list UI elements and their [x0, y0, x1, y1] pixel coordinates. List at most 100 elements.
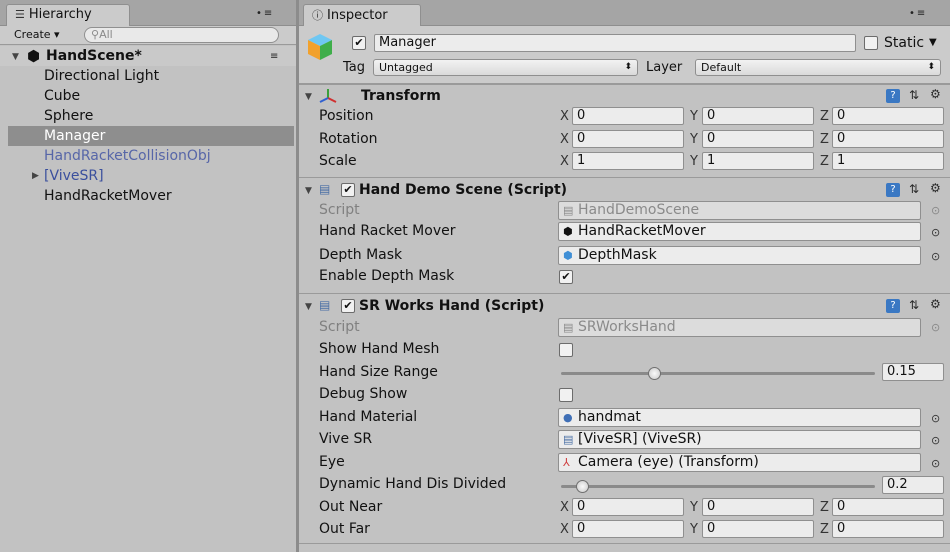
scale-x-field[interactable]: 1: [572, 152, 684, 170]
static-dropdown-icon[interactable]: ▼: [929, 37, 937, 48]
help-icon[interactable]: ?: [886, 89, 900, 103]
depth-mask-field[interactable]: ⬢ DepthMask: [558, 246, 921, 265]
script-label: Script: [319, 319, 360, 335]
hierarchy-tab-label: Hierarchy: [28, 7, 92, 22]
transform-fold-icon[interactable]: ▼: [305, 92, 312, 102]
y-axis-label: Y: [690, 109, 698, 124]
out-near-y-field[interactable]: 0: [702, 498, 814, 516]
hand-material-label: Hand Material: [319, 409, 418, 425]
gear-icon[interactable]: ⚙: [930, 297, 941, 311]
out-far-x-field[interactable]: 0: [572, 520, 684, 538]
srworks-hand-enabled-checkbox[interactable]: ✔: [341, 299, 355, 313]
hand-demo-enabled-checkbox[interactable]: ✔: [341, 183, 355, 197]
script-file-icon: ▤: [563, 321, 574, 334]
show-hand-mesh-checkbox[interactable]: [559, 343, 573, 357]
hierarchy-item-label: Sphere: [44, 108, 94, 124]
hand-size-range-field[interactable]: 0.15: [882, 363, 944, 381]
srworks-hand-script-field: ▤ SRWorksHand: [558, 318, 921, 337]
rotation-x-field[interactable]: 0: [572, 130, 684, 148]
hierarchy-panel: ☰ Hierarchy •≡ Create ▾ ⚲All ▼ ⬢ HandScen…: [0, 0, 298, 552]
active-checkbox[interactable]: ✔: [352, 36, 366, 50]
dynamic-hand-dis-slider-thumb[interactable]: [576, 480, 590, 493]
out-near-label: Out Near: [319, 499, 383, 515]
tag-dropdown[interactable]: Untagged ⬍: [373, 59, 638, 76]
object-picker-icon[interactable]: ⊙: [931, 412, 940, 425]
out-near-z-field[interactable]: 0: [832, 498, 944, 516]
enable-depth-mask-label: Enable Depth Mask: [319, 268, 455, 284]
object-picker-icon[interactable]: ⊙: [931, 434, 940, 447]
rotation-y-field[interactable]: 0: [702, 130, 814, 148]
layer-dropdown[interactable]: Default ⬍: [695, 59, 941, 76]
object-name-field[interactable]: Manager: [374, 34, 856, 52]
position-z-field[interactable]: 0: [832, 107, 944, 125]
z-axis-label: Z: [820, 522, 829, 537]
preset-icon[interactable]: ⇅: [909, 88, 919, 102]
dynamic-hand-dis-divided-label: Dynamic Hand Dis Divided: [319, 476, 507, 492]
panel-menu-icon[interactable]: •≡: [256, 8, 274, 19]
scene-expand-icon[interactable]: ▼: [12, 52, 19, 62]
hierarchy-item-vivesr[interactable]: ▶ [ViveSR]: [8, 166, 294, 186]
hand-demo-fold-icon[interactable]: ▼: [305, 186, 312, 196]
hand-demo-script-field: ▤ HandDemoScene: [558, 201, 921, 220]
show-hand-mesh-label: Show Hand Mesh: [319, 341, 440, 357]
hierarchy-item-handracketmover[interactable]: HandRacketMover: [8, 186, 294, 206]
debug-show-checkbox[interactable]: [559, 388, 573, 402]
inspector-tab[interactable]: ⓘ Inspector: [303, 4, 421, 26]
tag-value: Untagged: [379, 61, 433, 74]
rotation-z-field[interactable]: 0: [832, 130, 944, 148]
hierarchy-item-label: Directional Light: [44, 68, 160, 84]
position-y-field[interactable]: 0: [702, 107, 814, 125]
position-x-field[interactable]: 0: [572, 107, 684, 125]
hand-racket-mover-field[interactable]: ⬢ HandRacketMover: [558, 222, 921, 241]
gear-icon[interactable]: ⚙: [930, 181, 941, 195]
scale-z-field[interactable]: 1: [832, 152, 944, 170]
object-picker-icon[interactable]: ⊙: [931, 457, 940, 470]
hierarchy-item-directional-light[interactable]: Directional Light: [8, 66, 294, 86]
hierarchy-search-input[interactable]: ⚲All: [84, 27, 279, 43]
hierarchy-item-cube[interactable]: Cube: [8, 86, 294, 106]
out-far-y-field[interactable]: 0: [702, 520, 814, 538]
x-axis-label: X: [560, 132, 569, 147]
preset-icon[interactable]: ⇅: [909, 298, 919, 312]
z-axis-label: Z: [820, 132, 829, 147]
transform-axes-icon: ⅄: [563, 456, 570, 469]
out-near-x-field[interactable]: 0: [572, 498, 684, 516]
hand-racket-mover-label: Hand Racket Mover: [319, 223, 456, 239]
hand-size-range-slider-track[interactable]: [561, 372, 875, 375]
scale-y-field[interactable]: 1: [702, 152, 814, 170]
gear-icon[interactable]: ⚙: [930, 87, 941, 101]
hierarchy-tab[interactable]: ☰ Hierarchy: [6, 4, 130, 26]
srworks-hand-fold-icon[interactable]: ▼: [305, 302, 312, 312]
eye-field[interactable]: ⅄ Camera (eye) (Transform): [558, 453, 921, 472]
transform-title: Transform: [361, 88, 441, 104]
hierarchy-item-handracketcollisionobj[interactable]: HandRacketCollisionObj: [8, 146, 294, 166]
out-far-z-field[interactable]: 0: [832, 520, 944, 538]
x-axis-label: X: [560, 109, 569, 124]
enable-depth-mask-checkbox[interactable]: ✔: [559, 270, 573, 284]
object-picker-icon[interactable]: ⊙: [931, 226, 940, 239]
hierarchy-item-manager[interactable]: Manager: [8, 126, 294, 146]
scene-menu-icon[interactable]: ≡: [270, 51, 280, 62]
help-icon[interactable]: ?: [886, 183, 900, 197]
object-picker-icon[interactable]: ⊙: [931, 250, 940, 263]
preset-icon[interactable]: ⇅: [909, 182, 919, 196]
x-axis-label: X: [560, 500, 569, 515]
hand-size-range-label: Hand Size Range: [319, 364, 438, 380]
hand-material-field[interactable]: ● handmat: [558, 408, 921, 427]
inspector-menu-icon[interactable]: •≡: [909, 8, 927, 19]
scale-label: Scale: [319, 153, 357, 169]
help-icon[interactable]: ?: [886, 299, 900, 313]
dropdown-arrows-icon: ⬍: [624, 62, 632, 72]
info-icon: ⓘ: [312, 9, 323, 22]
create-button[interactable]: Create ▾: [14, 28, 60, 41]
rotation-label: Rotation: [319, 131, 378, 147]
vive-sr-field[interactable]: ▤ [ViveSR] (ViveSR): [558, 430, 921, 449]
expand-arrow-icon[interactable]: ▶: [32, 171, 39, 181]
script-file-icon: ▤: [563, 433, 574, 446]
dynamic-hand-dis-slider-track[interactable]: [561, 485, 875, 488]
dynamic-hand-dis-field[interactable]: 0.2: [882, 476, 944, 494]
hierarchy-item-sphere[interactable]: Sphere: [8, 106, 294, 126]
hand-size-range-slider-thumb[interactable]: [648, 367, 662, 380]
static-checkbox[interactable]: [864, 36, 878, 50]
scene-row[interactable]: [0, 46, 298, 66]
